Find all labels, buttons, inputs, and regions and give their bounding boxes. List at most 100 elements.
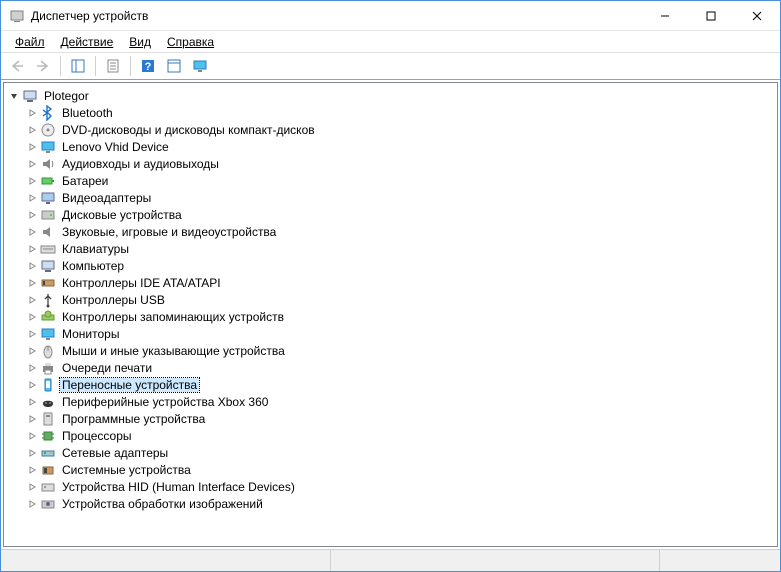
expander-closed-icon[interactable] [26, 311, 38, 323]
tree-item[interactable]: Аудиовходы и аудиовыходы [4, 155, 777, 172]
tree-item-label: Компьютер [60, 259, 126, 273]
tree-item[interactable]: Компьютер [4, 257, 777, 274]
tree-item-label: Периферийные устройства Xbox 360 [60, 395, 270, 409]
tree-item-label: Программные устройства [60, 412, 207, 426]
expander-closed-icon[interactable] [26, 498, 38, 510]
tree-item[interactable]: Сетевые адаптеры [4, 444, 777, 461]
tree-item-label: Процессоры [60, 429, 134, 443]
expander-closed-icon[interactable] [26, 260, 38, 272]
tree-item[interactable]: Системные устройства [4, 461, 777, 478]
svg-text:?: ? [145, 61, 152, 73]
window-title: Диспетчер устройств [31, 9, 642, 23]
tree-item[interactable]: Контроллеры IDE ATA/ATAPI [4, 274, 777, 291]
expander-closed-icon[interactable] [26, 192, 38, 204]
expander-closed-icon[interactable] [26, 175, 38, 187]
tree-item-label: Дисковые устройства [60, 208, 184, 222]
tree-item[interactable]: Устройства HID (Human Interface Devices) [4, 478, 777, 495]
tree-item[interactable]: Программные устройства [4, 410, 777, 427]
tree-item-label: Видеоадаптеры [60, 191, 153, 205]
expander-closed-icon[interactable] [26, 124, 38, 136]
expander-closed-icon[interactable] [26, 141, 38, 153]
tree-item-label: DVD-дисководы и дисководы компакт-дисков [60, 123, 317, 137]
ide-icon [40, 275, 56, 291]
expander-closed-icon[interactable] [26, 464, 38, 476]
statusbar [1, 549, 780, 571]
tree-root[interactable]: Plotegor [4, 87, 777, 104]
tree-item-label: Контроллеры запоминающих устройств [60, 310, 286, 324]
show-hide-tree-button[interactable] [66, 54, 90, 78]
menu-file[interactable]: Файл [7, 33, 53, 51]
expander-closed-icon[interactable] [26, 107, 38, 119]
tree-item-label: Bluetooth [60, 106, 115, 120]
tree-item-label: Мыши и иные указывающие устройства [60, 344, 287, 358]
show-hidden-button[interactable] [188, 54, 212, 78]
device-tree[interactable]: Plotegor Bluetooth DVD-дисководы и дисков… [3, 82, 778, 547]
properties-button[interactable] [101, 54, 125, 78]
monitor-icon [192, 58, 208, 74]
expander-closed-icon[interactable] [26, 226, 38, 238]
expander-closed-icon[interactable] [26, 481, 38, 493]
back-button[interactable] [5, 54, 29, 78]
tree-item[interactable]: Периферийные устройства Xbox 360 [4, 393, 777, 410]
tree-item[interactable]: Звуковые, игровые и видеоустройства [4, 223, 777, 240]
close-button[interactable] [734, 1, 780, 31]
maximize-button[interactable] [688, 1, 734, 31]
tree-item[interactable]: Контроллеры запоминающих устройств [4, 308, 777, 325]
tree-item[interactable]: Батареи [4, 172, 777, 189]
keyboard-icon [40, 241, 56, 257]
menu-action[interactable]: Действие [53, 33, 122, 51]
tree-item[interactable]: Контроллеры USB [4, 291, 777, 308]
bluetooth-icon [40, 105, 56, 121]
status-panel-2 [331, 550, 661, 571]
tree-item[interactable]: DVD-дисководы и дисководы компакт-дисков [4, 121, 777, 138]
expander-closed-icon[interactable] [26, 379, 38, 391]
tree-item[interactable]: Мыши и иные указывающие устройства [4, 342, 777, 359]
tree-item[interactable]: Очереди печати [4, 359, 777, 376]
expander-closed-icon[interactable] [26, 294, 38, 306]
app-icon [9, 8, 25, 24]
expander-closed-icon[interactable] [26, 447, 38, 459]
expander-closed-icon[interactable] [26, 396, 38, 408]
tree-item[interactable]: Lenovo Vhid Device [4, 138, 777, 155]
battery-icon [40, 173, 56, 189]
toolbar: ? [1, 52, 780, 80]
expander-closed-icon[interactable] [26, 413, 38, 425]
mouse-icon [40, 343, 56, 359]
monitor2-icon [40, 326, 56, 342]
tree-item-label: Батареи [60, 174, 110, 188]
cpu-icon [40, 428, 56, 444]
tree-item[interactable]: Мониторы [4, 325, 777, 342]
tree-item[interactable]: Устройства обработки изображений [4, 495, 777, 512]
tree-item[interactable]: Переносные устройства [4, 376, 777, 393]
help-button[interactable]: ? [136, 54, 160, 78]
usb-icon [40, 292, 56, 308]
tree-item[interactable]: Дисковые устройства [4, 206, 777, 223]
expander-closed-icon[interactable] [26, 209, 38, 221]
xbox-icon [40, 394, 56, 410]
audio-icon [40, 156, 56, 172]
forward-button[interactable] [31, 54, 55, 78]
minimize-button[interactable] [642, 1, 688, 31]
expander-closed-icon[interactable] [26, 243, 38, 255]
computer-icon [40, 258, 56, 274]
expander-closed-icon[interactable] [26, 430, 38, 442]
tree-item[interactable]: Клавиатуры [4, 240, 777, 257]
arrow-right-icon [35, 58, 51, 74]
tree-item[interactable]: Видеоадаптеры [4, 189, 777, 206]
tree-item[interactable]: Bluetooth [4, 104, 777, 121]
expander-closed-icon[interactable] [26, 362, 38, 374]
hid-icon [40, 479, 56, 495]
scan-icon [166, 58, 182, 74]
menu-view[interactable]: Вид [121, 33, 159, 51]
expander-closed-icon[interactable] [26, 345, 38, 357]
expander-closed-icon[interactable] [26, 158, 38, 170]
arrow-left-icon [9, 58, 25, 74]
menu-help[interactable]: Справка [159, 33, 222, 51]
scan-hardware-button[interactable] [162, 54, 186, 78]
expander-open-icon[interactable] [8, 90, 20, 102]
expander-closed-icon[interactable] [26, 328, 38, 340]
system-icon [40, 462, 56, 478]
tree-item-label: Клавиатуры [60, 242, 131, 256]
tree-item[interactable]: Процессоры [4, 427, 777, 444]
expander-closed-icon[interactable] [26, 277, 38, 289]
